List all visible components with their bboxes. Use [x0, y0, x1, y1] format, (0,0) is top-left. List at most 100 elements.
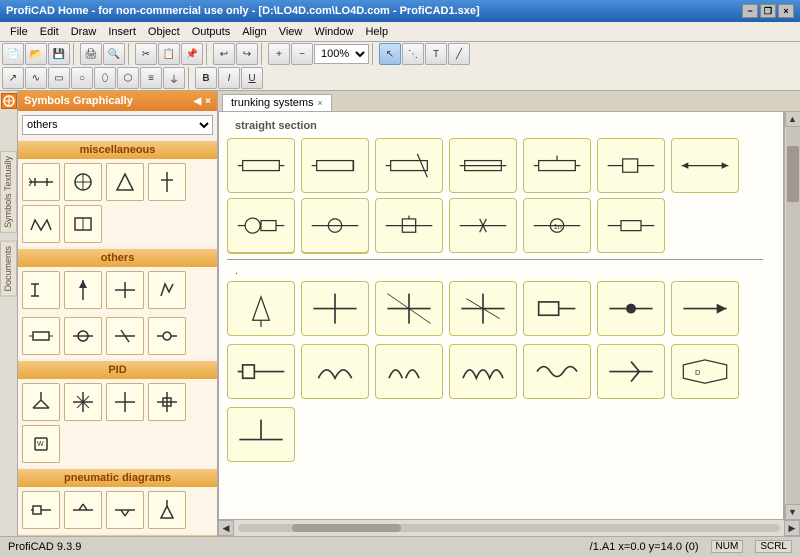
canvas-symbol[interactable]: 1m [523, 198, 591, 253]
cut-button[interactable]: ✂ [135, 43, 157, 65]
print-preview-button[interactable]: 🔍 [103, 43, 125, 65]
list-item[interactable] [64, 271, 102, 309]
arrow-button[interactable]: ↗ [2, 67, 24, 89]
scroll-right-button[interactable]: ▶ [784, 520, 800, 536]
canvas-symbol[interactable] [375, 138, 443, 193]
list-item[interactable]: W [22, 425, 60, 463]
canvas-symbol[interactable] [227, 198, 295, 253]
close-panel-icon[interactable]: × [205, 96, 211, 107]
copy-button[interactable]: 📋 [158, 43, 180, 65]
list-item[interactable] [64, 383, 102, 421]
canvas-symbol[interactable] [449, 138, 517, 193]
line-button[interactable]: ╱ [448, 43, 470, 65]
canvas-symbol[interactable] [671, 138, 739, 193]
poly-button[interactable]: ⬡ [117, 67, 139, 89]
open-button[interactable]: 📂 [25, 43, 47, 65]
canvas-symbol[interactable] [597, 281, 665, 336]
canvas-symbol[interactable] [227, 344, 295, 399]
minimize-button[interactable]: − [742, 4, 758, 18]
tab-symbols-textually[interactable]: Symbols Textually [0, 151, 17, 233]
scroll-up-button[interactable]: ▲ [785, 111, 800, 127]
list-item[interactable] [106, 163, 144, 201]
menu-align[interactable]: Align [236, 24, 272, 40]
new-button[interactable]: 📄 [2, 43, 24, 65]
wire-button[interactable]: ⋱ [402, 43, 424, 65]
canvas-symbol[interactable] [449, 198, 517, 253]
print-button[interactable]: 🖨 [80, 43, 102, 65]
curve-button[interactable]: ∿ [25, 67, 47, 89]
canvas-symbol[interactable] [597, 138, 665, 193]
scroll-track-vertical[interactable] [786, 127, 800, 504]
underline-button[interactable]: U [241, 67, 263, 89]
zoom-out-button[interactable]: − [291, 43, 313, 65]
select-button[interactable]: ↖ [379, 43, 401, 65]
canvas-symbol[interactable] [227, 281, 295, 336]
list-item[interactable] [64, 163, 102, 201]
list-item[interactable] [64, 317, 102, 355]
rect-button[interactable]: ▭ [48, 67, 70, 89]
canvas-symbol[interactable] [375, 198, 443, 253]
list-item[interactable] [22, 317, 60, 355]
canvas-symbol[interactable]: D [671, 344, 739, 399]
canvas-symbol[interactable] [375, 281, 443, 336]
menu-help[interactable]: Help [359, 24, 394, 40]
canvas-symbol[interactable] [301, 198, 369, 253]
list-item[interactable] [64, 205, 102, 243]
zoom-combo[interactable]: 100% 75% 50% 150% 200% [314, 44, 369, 64]
canvas-symbol[interactable] [301, 281, 369, 336]
canvas-symbol[interactable] [597, 198, 665, 253]
list-item[interactable] [106, 317, 144, 355]
italic-button[interactable]: I [218, 67, 240, 89]
list-item[interactable] [64, 491, 102, 529]
text-button[interactable]: T [425, 43, 447, 65]
list-item[interactable] [106, 491, 144, 529]
menu-window[interactable]: Window [308, 24, 359, 40]
list-item[interactable] [148, 491, 186, 529]
restore-button[interactable]: ❐ [760, 4, 776, 18]
menu-draw[interactable]: Draw [65, 24, 103, 40]
redo-button[interactable]: ↪ [236, 43, 258, 65]
vertical-scrollbar[interactable]: ▲ ▼ [784, 111, 800, 520]
scroll-thumb-horizontal[interactable] [292, 524, 400, 532]
canvas-symbol[interactable] [301, 138, 369, 193]
menu-edit[interactable]: Edit [34, 24, 65, 40]
menu-object[interactable]: Object [142, 24, 186, 40]
menu-outputs[interactable]: Outputs [186, 24, 237, 40]
scroll-track-horizontal[interactable] [238, 524, 780, 532]
symbols-category-dropdown[interactable]: others miscellaneous PID pneumatic diagr… [22, 115, 213, 135]
canvas-symbol[interactable] [523, 138, 591, 193]
canvas-symbol[interactable] [449, 344, 517, 399]
pin-icon[interactable]: ◀ [193, 96, 201, 107]
canvas-symbol[interactable] [227, 138, 295, 193]
list-item[interactable] [148, 383, 186, 421]
canvas-symbol[interactable] [449, 281, 517, 336]
menu-file[interactable]: File [4, 24, 34, 40]
canvas-symbol[interactable] [227, 407, 295, 462]
canvas-tab-trunking[interactable]: trunking systems × [222, 94, 332, 111]
ground-button[interactable]: ⏚ [163, 67, 185, 89]
list-item[interactable] [106, 383, 144, 421]
list-item[interactable] [148, 271, 186, 309]
tab-documents[interactable]: Documents [0, 241, 17, 297]
scroll-down-button[interactable]: ▼ [785, 504, 800, 520]
bold-button[interactable]: B [195, 67, 217, 89]
canvas-symbol[interactable] [301, 344, 369, 399]
close-button[interactable]: × [778, 4, 794, 18]
canvas-tab-close[interactable]: × [318, 98, 323, 108]
canvas-symbol[interactable] [523, 344, 591, 399]
save-button[interactable]: 💾 [48, 43, 70, 65]
canvas-drawing-area[interactable]: straight section [219, 112, 783, 519]
circle-button[interactable]: ○ [71, 67, 93, 89]
bus-button[interactable]: ≡ [140, 67, 162, 89]
menu-insert[interactable]: Insert [102, 24, 142, 40]
list-item[interactable] [22, 163, 60, 201]
menu-view[interactable]: View [273, 24, 309, 40]
list-item[interactable] [148, 317, 186, 355]
horizontal-scrollbar[interactable]: ◀ ▶ [218, 520, 800, 536]
list-item[interactable] [22, 383, 60, 421]
scroll-left-button[interactable]: ◀ [218, 520, 234, 536]
ellipse-button[interactable]: ⬯ [94, 67, 116, 89]
canvas-symbol[interactable] [671, 281, 739, 336]
canvas-symbol[interactable] [375, 344, 443, 399]
undo-button[interactable]: ↩ [213, 43, 235, 65]
